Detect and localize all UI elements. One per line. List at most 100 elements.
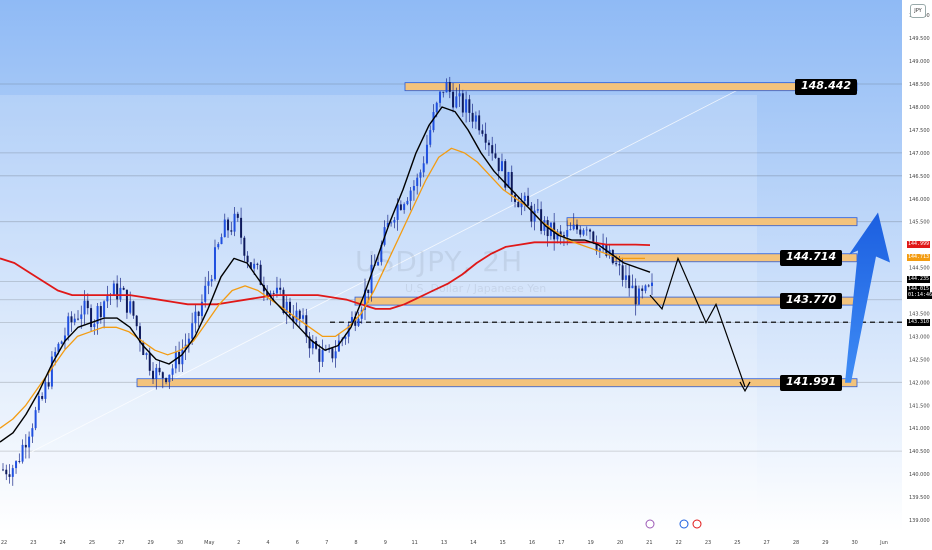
candle-body [527,195,530,206]
candle-body [194,311,197,324]
price-axis-label: 147.500 [909,128,930,134]
candle-body [302,315,305,319]
candle-body [491,145,494,154]
level-label-141-991: 141.991 [780,374,843,391]
candle-body [135,315,138,327]
price-axis-label: 143.000 [909,334,930,340]
candle-body [618,264,621,266]
chart-area[interactable]: 150.000149.500149.000148.500148.000147.5… [0,0,932,550]
candle-body [158,367,161,373]
currency-selector[interactable]: JPY [910,4,926,18]
candle-body [393,219,396,223]
price-badge: 144.999 [907,241,931,249]
candle-body [116,283,119,300]
candle-body [223,219,226,238]
price-axis-label: 142.000 [909,380,930,386]
price-axis-label: 149.000 [909,59,930,65]
candle-body [465,99,468,113]
candle-body [70,316,73,323]
candle-body [67,316,70,336]
time-axis-label: Jun [879,540,888,546]
candle-body [442,91,445,93]
candle-body [445,81,448,93]
candle-body [478,115,481,131]
time-axis-label: May [204,540,214,546]
candle-body [60,341,63,344]
candle-body [318,348,321,362]
price-axis-label: 140.000 [909,472,930,478]
price-axis-label: 144.500 [909,266,930,272]
price-badge: 144.713 [907,254,931,262]
candle-body [494,153,497,158]
candle-body [628,275,631,289]
candle-body [181,349,184,365]
time-axis-label: 27 [118,540,124,546]
candle-body [24,444,27,448]
candle-body [484,133,487,143]
candle-body [455,96,458,108]
candle-body [500,161,503,172]
candle-body [585,229,588,231]
candle-body [647,285,650,287]
time-axis-label: 9 [384,540,387,546]
candle-body [93,323,96,328]
candle-body [47,382,50,387]
candle-body [90,308,93,328]
candle-body [230,230,233,232]
candle-body [80,314,83,319]
range-highlight [0,95,757,532]
candle-body [582,230,585,235]
time-axis-label: 28 [793,540,799,546]
candle-body [403,204,406,210]
price-badge: 144.235 [907,276,931,284]
candle-body [50,356,53,387]
candle-body [152,370,155,379]
time-axis-label: 6 [296,540,299,546]
level-zone [404,82,858,92]
candle-body [615,263,618,265]
candle-body [406,200,409,205]
candle-body [569,229,572,231]
candle-body [161,372,164,379]
candle-body [579,229,582,235]
candle-body [367,289,370,294]
candle-body [481,130,484,134]
price-badge: 143.310 [907,318,931,326]
price-axis-label: 139.000 [909,518,930,524]
candle-body [435,102,438,113]
candle-body [621,265,624,280]
time-axis-label: 25 [89,540,95,546]
candle-body [523,195,526,201]
candle-body [530,205,533,222]
candle-body [171,368,174,375]
candle-body [197,311,200,316]
candle-body [517,201,520,208]
candle-body [471,112,474,122]
time-axis-label: 30 [177,540,183,546]
candle-body [34,410,37,429]
time-axis-label: 22 [675,540,681,546]
price-axis-label: 146.500 [909,174,930,180]
candle-body [487,142,490,146]
candle-body [334,351,337,359]
candle-body [448,81,451,92]
candle-body [536,209,539,211]
price-axis-label: 143.500 [909,311,930,317]
candle-body [83,300,86,315]
time-axis-label: 11 [411,540,417,546]
candle-body [168,374,171,383]
price-axis-label: 139.500 [909,495,930,501]
symbol-description-watermark: U.S. Dollar / Japanese Yen [405,282,547,295]
time-axis-label: 25 [734,540,740,546]
candle-body [416,177,419,187]
candle-body [439,91,442,103]
candle-body [210,279,213,282]
candle-body [41,396,44,399]
candle-body [145,353,148,356]
time-axis-label: 13 [441,540,447,546]
candle-body [253,263,256,269]
candle-body [220,237,223,245]
candle-body [321,350,324,362]
candle-body [461,93,464,113]
candle-body [77,318,80,320]
